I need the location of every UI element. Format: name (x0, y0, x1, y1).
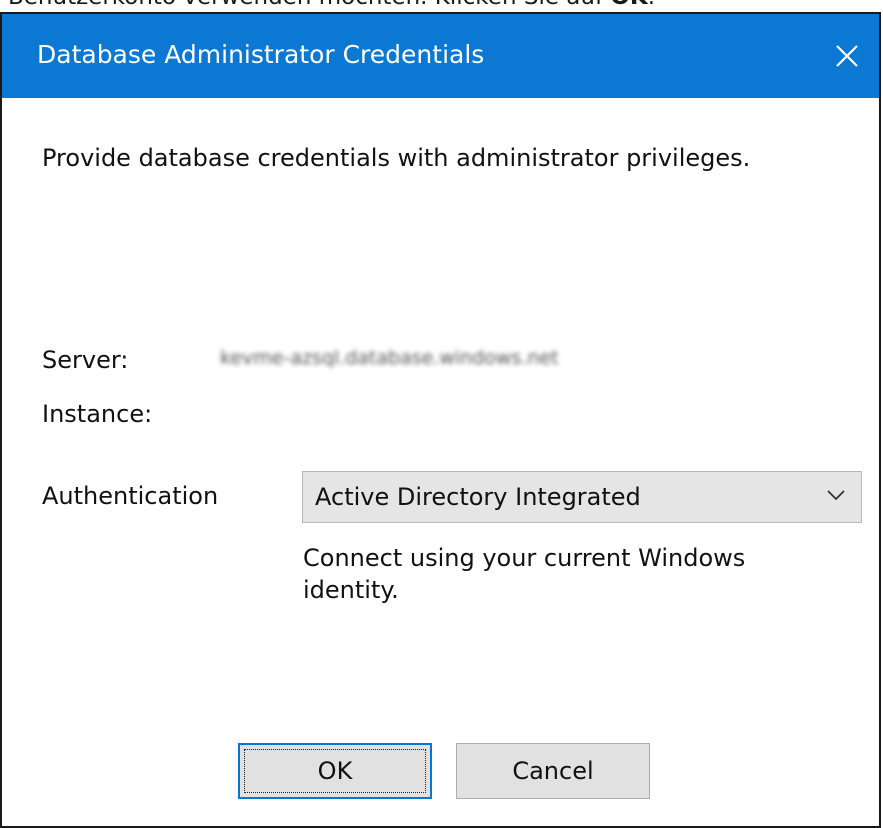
server-value: kevme-azsql.database.windows.net (220, 347, 559, 369)
background-page-text: Benutzerkonto verwenden möchten. Klicken… (8, 0, 655, 10)
authentication-dropdown[interactable]: Active Directory Integrated (302, 471, 862, 523)
background-text-prefix: Benutzerkonto verwenden möchten. Klicken… (8, 0, 610, 10)
close-button[interactable] (815, 14, 879, 98)
credentials-dialog: Database Administrator Credentials Provi… (0, 12, 881, 828)
title-bar[interactable]: Database Administrator Credentials (2, 14, 879, 98)
authentication-description: Connect using your current Windows ident… (303, 544, 746, 604)
instance-label: Instance: (42, 400, 153, 428)
dialog-content: Provide database credentials with admini… (2, 98, 879, 826)
background-text-bold: OK (610, 0, 647, 10)
cancel-button[interactable]: Cancel (456, 743, 650, 799)
chevron-down-icon (827, 490, 845, 501)
background-page-strip: Benutzerkonto verwenden möchten. Klicken… (0, 0, 883, 12)
ok-button[interactable]: OK (238, 743, 432, 799)
authentication-selected-value: Active Directory Integrated (315, 483, 641, 511)
window-title: Database Administrator Credentials (37, 40, 485, 69)
authentication-label: Authentication (42, 482, 219, 510)
cancel-button-label: Cancel (512, 757, 594, 785)
background-text-suffix: . (648, 0, 655, 10)
intro-text: Provide database credentials with admini… (42, 144, 751, 172)
close-icon (836, 45, 858, 67)
ok-button-label: OK (317, 757, 353, 785)
server-label: Server: (42, 346, 129, 374)
